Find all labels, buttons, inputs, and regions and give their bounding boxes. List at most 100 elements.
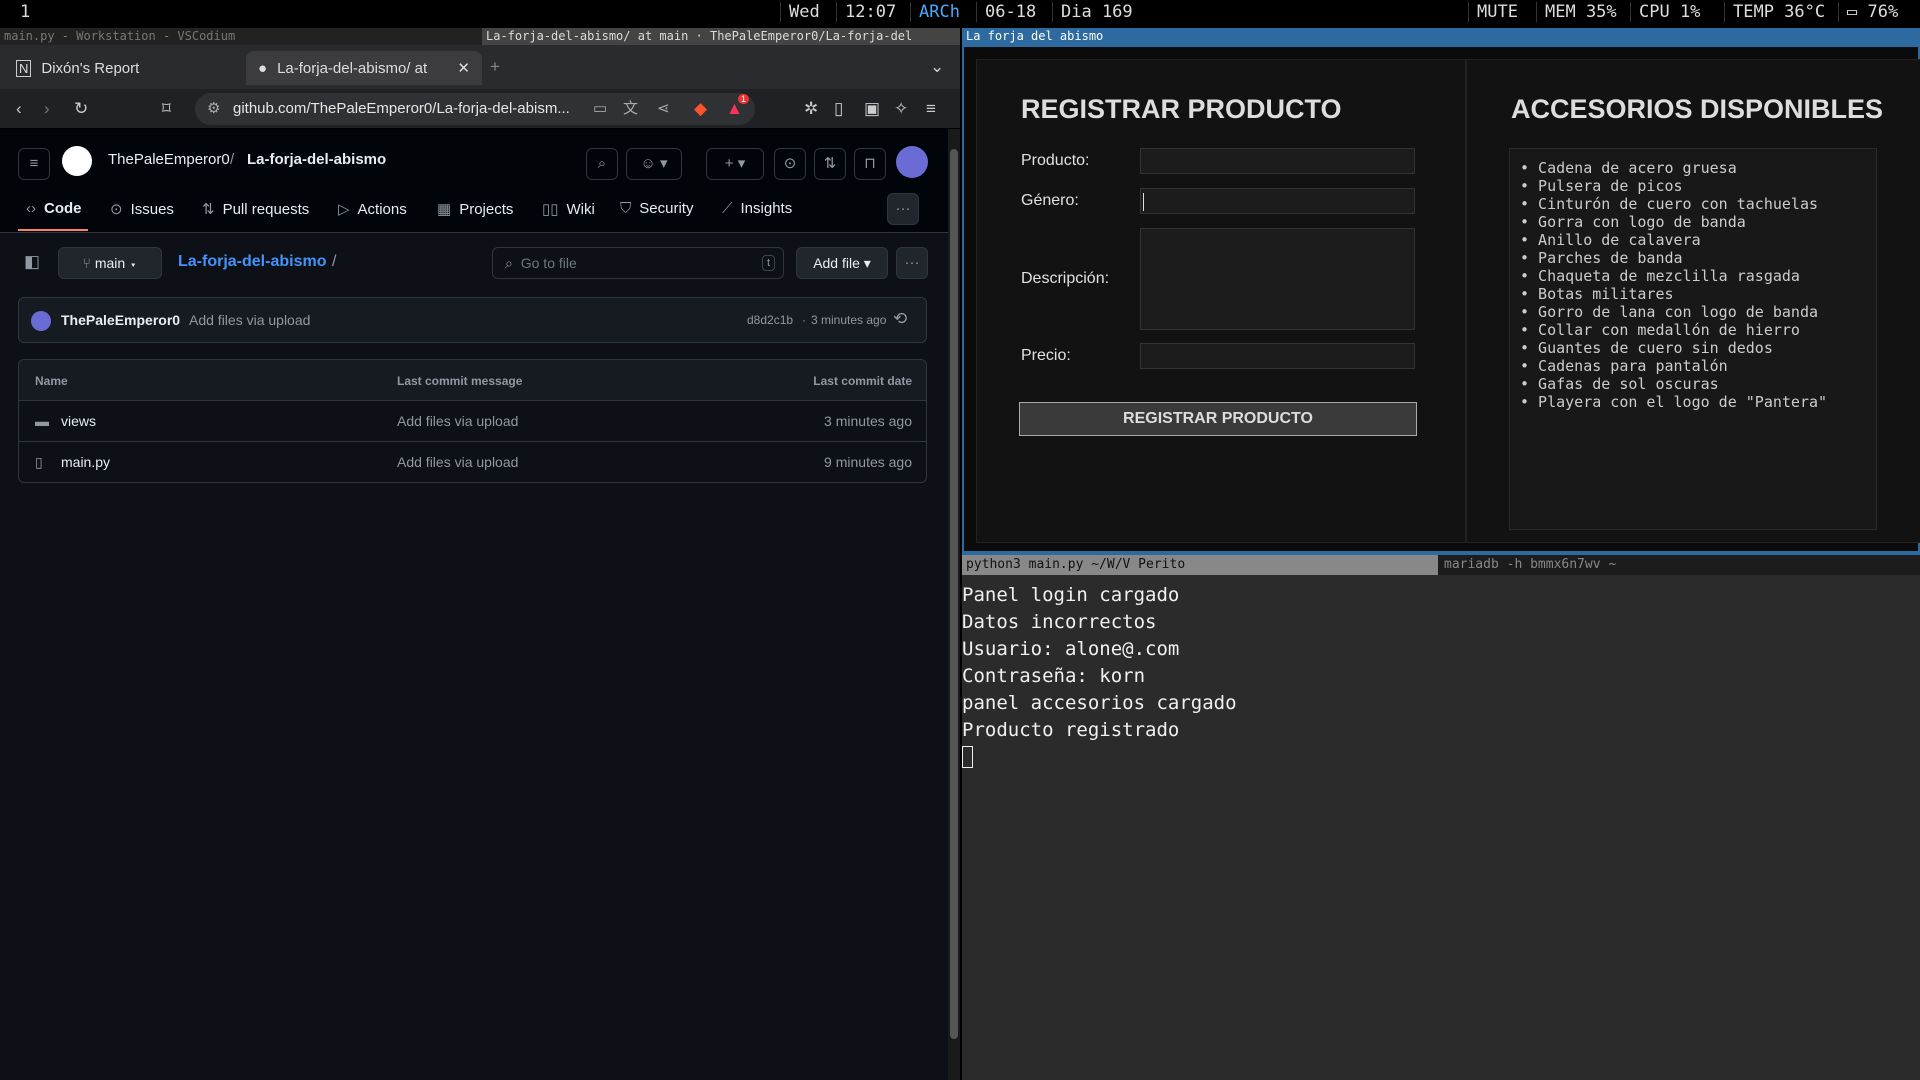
issue-icon: ⊙ (110, 201, 123, 218)
branch-selector[interactable]: ⑂ main ▾ (58, 247, 162, 279)
tab-projects[interactable]: ▦ Projects (437, 200, 513, 219)
hamburger-menu-button[interactable]: ≡ (18, 148, 50, 180)
issues-button[interactable]: ⊙ (774, 148, 806, 180)
tab-wiki[interactable]: ▯▯ Wiki (542, 200, 595, 219)
producto-input[interactable] (1140, 148, 1415, 174)
table-row[interactable]: ▬ views Add files via upload 3 minutes a… (19, 400, 926, 441)
commit-message[interactable]: Add files via upload (189, 312, 310, 328)
tab-dixons-report[interactable]: N Dixón's Report (4, 51, 240, 85)
file-name[interactable]: views (61, 413, 96, 429)
github-logo-icon[interactable] (62, 146, 92, 176)
address-input[interactable]: ⚙ github.com/ThePaleEmperor0/La-forja-de… (195, 93, 755, 125)
extensions-icon[interactable]: ✲ (804, 99, 818, 119)
inbox-icon: ⊓ (864, 155, 876, 172)
repo-link[interactable]: La-forja-del-abismo (247, 151, 386, 168)
tab-label: Dixón's Report (41, 59, 140, 77)
pull-requests-button[interactable]: ⇅ (814, 148, 846, 180)
terminal-window: python3 main.py ~/W/V Perito mariadb -h … (962, 553, 1920, 1080)
create-new-button[interactable]: + ▾ (706, 148, 764, 180)
more-tabs-button[interactable]: ··· (887, 193, 919, 225)
new-tab-button[interactable]: + (490, 57, 500, 77)
list-item[interactable]: • Pulsera de picos (1520, 177, 1876, 195)
tab-label: Insights (740, 200, 793, 217)
go-to-file-input[interactable]: ⌕ Go to file t (492, 247, 784, 279)
descripcion-textarea[interactable] (1140, 228, 1415, 330)
row-commit-message[interactable]: Add files via upload (397, 454, 518, 470)
list-item[interactable]: • Anillo de calavera (1520, 231, 1876, 249)
register-product-button[interactable]: REGISTRAR PRODUCTO (1019, 402, 1417, 436)
tab-issues[interactable]: ⊙ Issues (110, 200, 174, 219)
list-item[interactable]: • Gorra con logo de banda (1520, 213, 1876, 231)
list-item[interactable]: • Gorro de lana con logo de banda (1520, 303, 1876, 321)
back-icon[interactable]: ‹ (16, 99, 22, 119)
menu-icon[interactable]: ≡ (926, 99, 936, 119)
window-title-vscodium[interactable]: main.py - Workstation - VSCodium (0, 28, 482, 45)
avatar[interactable] (896, 146, 928, 178)
url-bar: ‹ › ↻ ⌑ ⚙ github.com/ThePaleEmperor0/La-… (0, 89, 960, 129)
more-options-button[interactable]: ··· (896, 247, 928, 279)
history-icon[interactable]: ⟲ (893, 309, 907, 329)
tab-code[interactable]: ‹› Code (26, 200, 82, 217)
list-item[interactable]: • Botas militares (1520, 285, 1876, 303)
row-commit-message[interactable]: Add files via upload (397, 413, 518, 429)
workspace-indicator[interactable]: 1 (20, 2, 30, 22)
list-item[interactable]: • Guantes de cuero sin dedos (1520, 339, 1876, 357)
breadcrumb-separator: / (230, 151, 235, 168)
copilot-button[interactable]: ☺ ▾ (626, 148, 682, 180)
commit-hash[interactable]: d8d2c1b (747, 313, 793, 327)
owner-link[interactable]: ThePaleEmperor0 (108, 151, 230, 168)
reload-icon[interactable]: ↻ (74, 99, 88, 119)
list-item[interactable]: • Chaqueta de mezclilla rasgada (1520, 267, 1876, 285)
active-tab-underline (18, 229, 88, 231)
search-button[interactable]: ⌕ (586, 148, 618, 180)
cast-icon[interactable]: ▭ (593, 93, 607, 125)
leo-ai-icon[interactable]: ✧ (894, 99, 908, 119)
list-item[interactable]: • Playera con el logo de "Pantera" (1520, 393, 1876, 411)
file-tree-toggle-icon[interactable]: ◧ (24, 252, 40, 272)
github-page: ≡ ThePaleEmperor0 / La-forja-del-abismo … (0, 129, 948, 1080)
accessories-list[interactable]: • Cadena de acero gruesa • Pulsera de pic… (1509, 148, 1877, 530)
system-bar: 1 Wed 12:07 ARCh 06-18 Dia 169 MUTE MEM … (0, 0, 1920, 26)
translate-icon[interactable]: 文 (623, 93, 638, 125)
cpu-status: CPU 1% (1630, 2, 1708, 22)
list-item[interactable]: • Collar con medallón de hierro (1520, 321, 1876, 339)
commit-author[interactable]: ThePaleEmperor0 (61, 312, 180, 328)
inbox-button[interactable]: ⊓ (854, 148, 886, 180)
tab-pull-requests[interactable]: ⇅ Pull requests (202, 200, 309, 219)
scrollbar-thumb[interactable] (950, 149, 958, 1039)
bookmark-icon[interactable]: ⌑ (162, 99, 171, 119)
window-title-browser[interactable]: La-forja-del-abismo/ at main · ThePaleEm… (482, 28, 960, 45)
file-name[interactable]: main.py (61, 454, 110, 470)
precio-input[interactable] (1140, 343, 1415, 369)
terminal-tab-python[interactable]: python3 main.py ~/W/V Perito (962, 555, 1438, 575)
list-item[interactable]: • Cadena de acero gruesa (1520, 159, 1876, 177)
tab-github-repo[interactable]: ● La-forja-del-abismo/ at ✕ (246, 51, 482, 85)
add-file-button[interactable]: Add file ▾ (796, 247, 888, 279)
scrollbar[interactable] (948, 129, 960, 1080)
terminal-output[interactable]: Panel login cargado Datos incorrectos Usua… (962, 582, 1237, 768)
tab-actions[interactable]: ▷ Actions (338, 200, 407, 219)
wallet-icon[interactable]: ▣ (864, 99, 880, 119)
close-icon[interactable]: ✕ (457, 59, 470, 77)
tab-insights[interactable]: ⟋ Insights (722, 200, 792, 217)
path-repo-link[interactable]: La-forja-del-abismo (178, 253, 326, 271)
site-info-icon[interactable]: ⚙ (207, 93, 220, 125)
avatar[interactable] (31, 311, 51, 331)
list-item[interactable]: • Parches de banda (1520, 249, 1876, 267)
label-producto: Producto: (1021, 152, 1090, 169)
genero-input[interactable] (1140, 188, 1415, 214)
table-row[interactable]: ▯ main.py Add files via upload 9 minutes… (19, 441, 926, 482)
list-item[interactable]: • Cadenas para pantalón (1520, 357, 1876, 375)
list-item[interactable]: • Cinturón de cuero con tachuelas (1520, 195, 1876, 213)
brave-shield-icon[interactable]: ◆ (694, 99, 707, 119)
github-header: ≡ ThePaleEmperor0 / La-forja-del-abismo … (0, 129, 948, 233)
tab-security[interactable]: ⛉ Security (620, 200, 693, 217)
window-title-app[interactable]: La forja del abismo (962, 28, 1920, 45)
sidebar-icon[interactable]: ▯ (834, 99, 843, 119)
list-item[interactable]: • Gafas de sol oscuras (1520, 375, 1876, 393)
chevron-down-icon[interactable]: ⌄ (930, 57, 944, 77)
forward-icon[interactable]: › (44, 99, 50, 119)
terminal-tab-mariadb[interactable]: mariadb -h bmmx6n7wv ~ (1438, 555, 1920, 575)
play-icon: ▷ (338, 201, 350, 218)
share-icon[interactable]: ⋖ (657, 93, 670, 125)
